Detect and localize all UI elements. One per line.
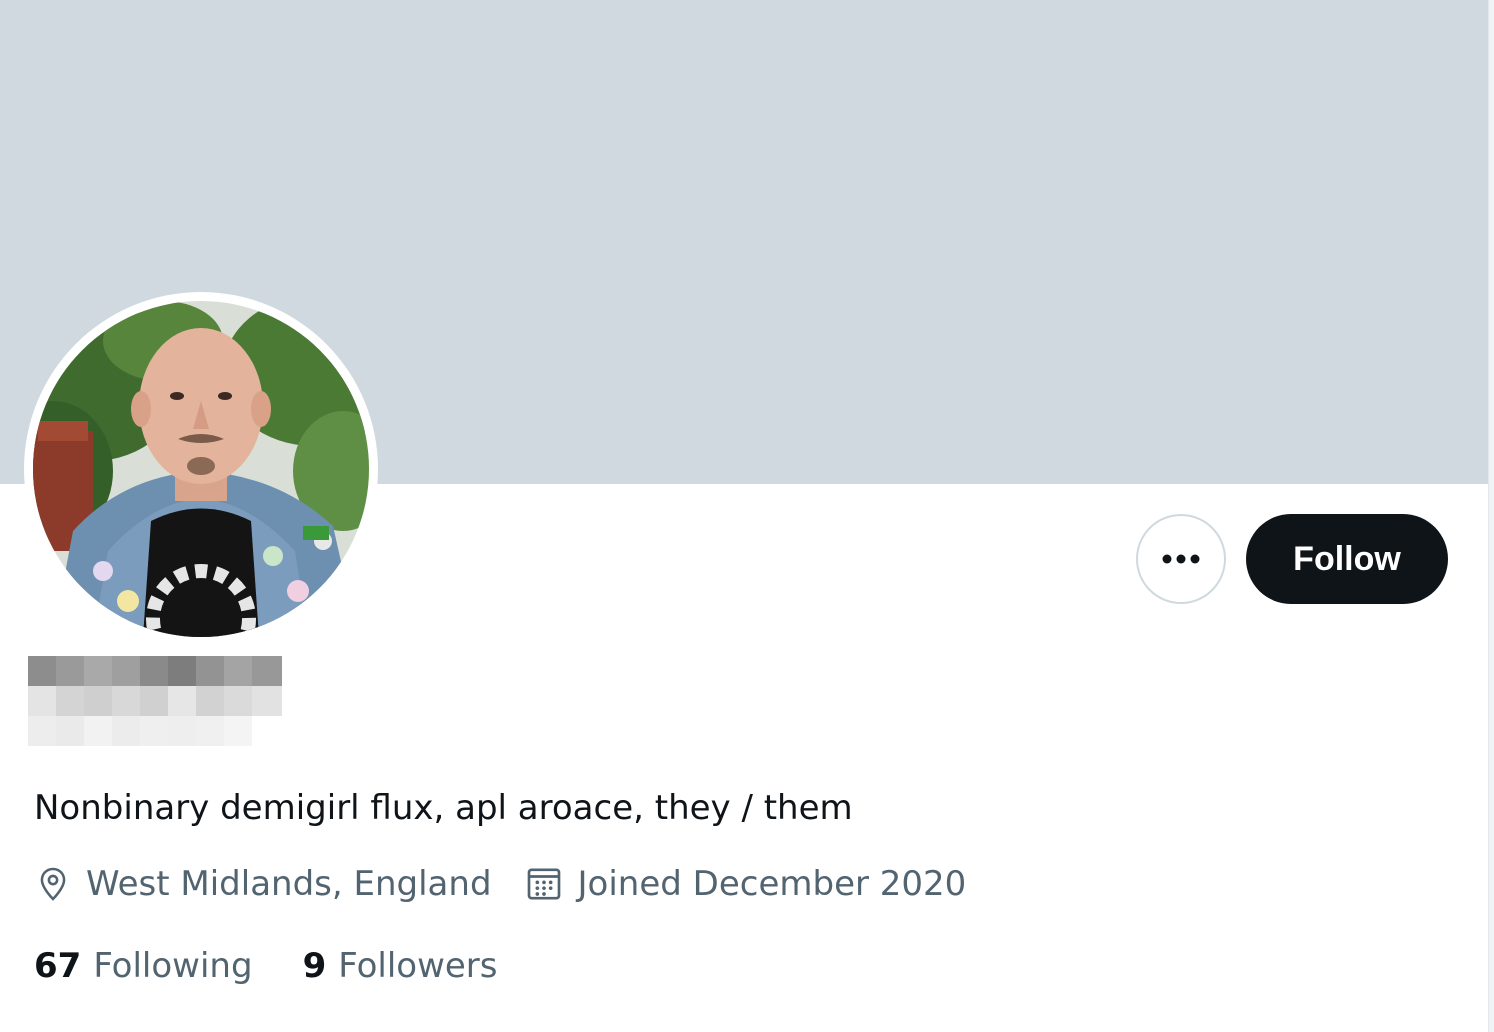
- avatar[interactable]: [33, 301, 369, 637]
- location-item: West Midlands, England: [34, 864, 492, 904]
- location-text: West Midlands, England: [86, 864, 492, 904]
- following-link[interactable]: 67 Following: [34, 946, 253, 986]
- followers-link[interactable]: 9 Followers: [303, 946, 498, 986]
- followers-count: 9: [302, 946, 327, 986]
- joined-text: Joined December 2020: [577, 864, 967, 904]
- following-label: Following: [93, 946, 253, 986]
- joined-item: Joined December 2020: [524, 864, 967, 904]
- follow-stats: 67 Following 9 Followers: [34, 946, 498, 986]
- ellipsis-icon: [1162, 554, 1200, 564]
- more-options-button[interactable]: [1136, 514, 1226, 604]
- scrollbar[interactable]: [1488, 0, 1494, 1032]
- followers-label: Followers: [338, 946, 498, 986]
- profile-meta: West Midlands, England Joined December 2…: [34, 864, 966, 904]
- calendar-icon: [527, 868, 560, 900]
- following-count: 67: [34, 946, 82, 986]
- profile-page: Follow Nonbinary demigirl flux, apl aroa…: [0, 0, 1494, 1032]
- profile-bio: Nonbinary demigirl flux, apl aroace, the…: [34, 788, 853, 828]
- follow-button[interactable]: Follow: [1246, 514, 1448, 604]
- location-pin-icon: [40, 867, 66, 901]
- avatar-photo: [33, 301, 369, 637]
